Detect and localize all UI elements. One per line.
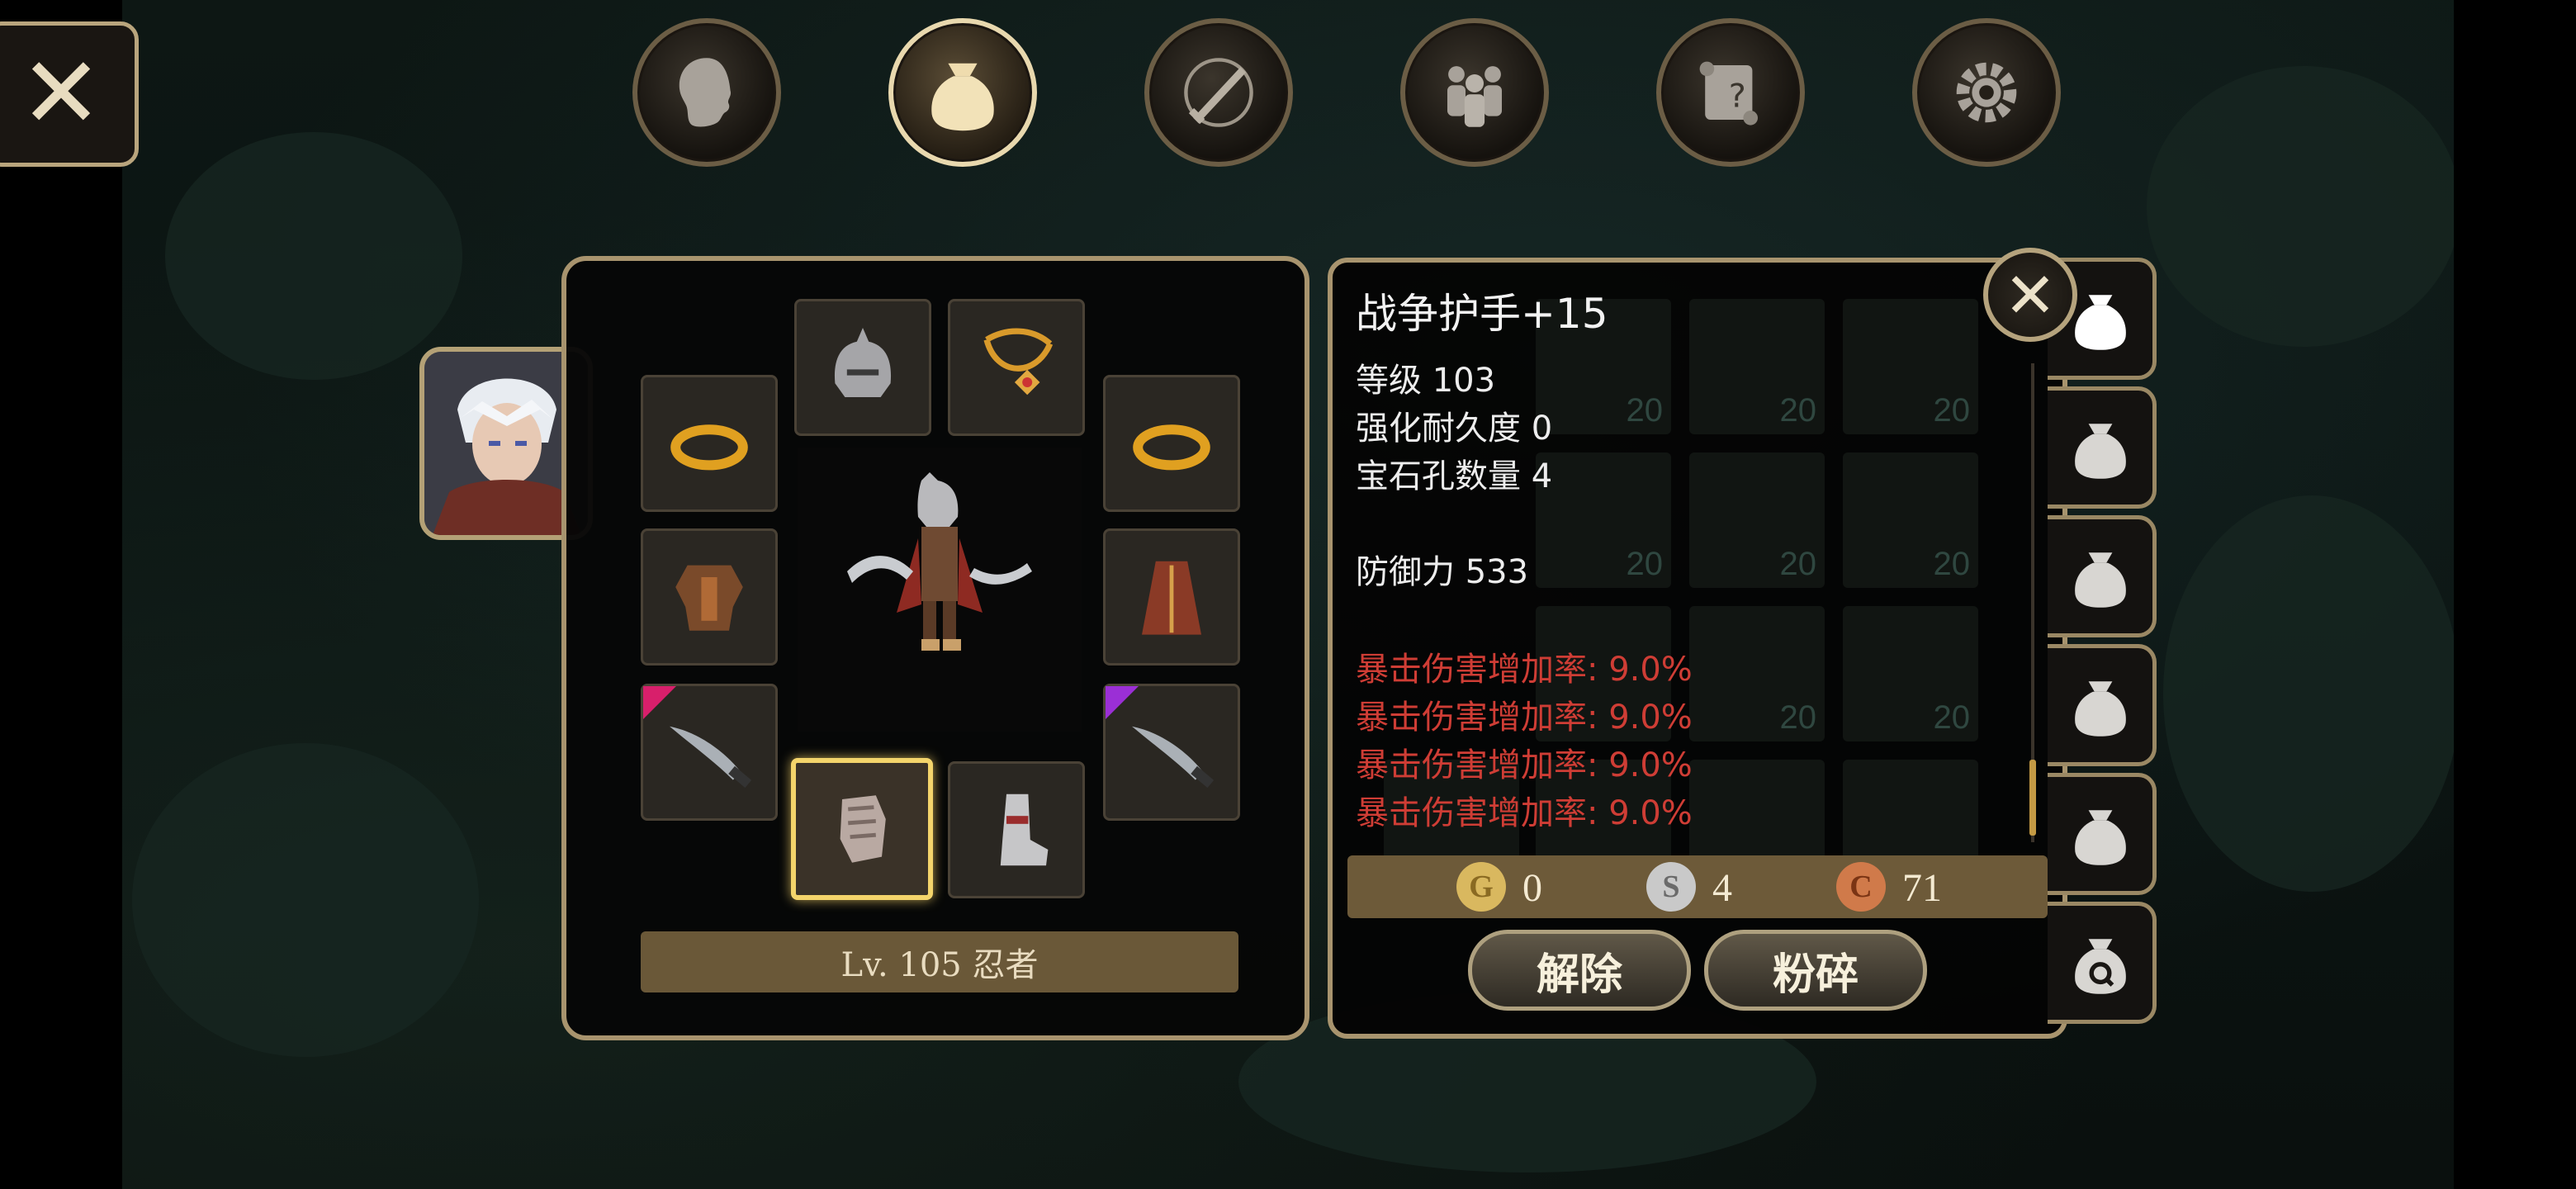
bag-tab-4[interactable] [2048, 644, 2157, 766]
item-bonus: 暴击伤害增加率: 9.0% [1356, 651, 1693, 689]
ninja-sprite-icon [847, 472, 1032, 651]
bag-tab-3[interactable] [2048, 515, 2157, 637]
bag-icon [2074, 810, 2126, 865]
currency-bar: G 0 S 4 C 71 [1347, 855, 2048, 918]
weapon-right-slot[interactable] [1103, 684, 1240, 821]
close-menu-button[interactable]: ✕ [0, 21, 139, 167]
boot-icon [1000, 793, 1049, 866]
inventory-slot-ghost: 20 [1689, 452, 1825, 588]
inventory-slot-ghost: 20 [1843, 299, 1978, 434]
helmet-slot[interactable] [794, 299, 931, 436]
stack-count: 20 [1933, 392, 1971, 429]
cloak-slot[interactable] [1103, 528, 1240, 666]
bag-tab-5[interactable] [2048, 773, 2157, 895]
stack-count: 20 [1779, 392, 1817, 429]
svg-text:?: ? [1729, 78, 1746, 116]
ring-icon [670, 424, 748, 471]
item-stat-defense: 防御力 533 [1356, 553, 1529, 591]
weapon-left-slot[interactable] [641, 684, 778, 821]
armor-icon [675, 565, 743, 631]
item-stat-level: 等级 103 [1356, 362, 1496, 400]
bag-tab-quest[interactable] [2048, 902, 2157, 1024]
boots-slot[interactable] [948, 761, 1085, 898]
stack-count: 20 [1933, 546, 1971, 582]
tree-foliage [165, 132, 462, 380]
shatter-button[interactable]: 粉碎 [1704, 930, 1927, 1011]
sword-compass-icon [1184, 58, 1253, 127]
bag-icon [2074, 681, 2126, 737]
bag-tab-2[interactable] [2048, 386, 2157, 509]
gear-icon [1956, 62, 2017, 123]
stack-count: 20 [1626, 546, 1664, 582]
rarity-corner-tag [643, 686, 676, 719]
stack-count: 20 [1933, 699, 1971, 736]
tree-foliage [132, 743, 479, 1057]
bag-icon [2074, 552, 2126, 608]
tree-foliage [2147, 66, 2460, 347]
item-bonus: 暴击伤害增加率: 9.0% [1356, 746, 1693, 784]
inventory-slot-ghost: 20 [1843, 606, 1978, 741]
inventory-slot-ghost: 20 [1843, 452, 1978, 588]
rarity-corner-tag [1106, 686, 1139, 719]
inventory-slot-ghost: 20 [1536, 452, 1671, 588]
item-bonus: 暴击伤害增加率: 9.0% [1356, 794, 1693, 832]
tab-skills[interactable] [1144, 18, 1293, 167]
tab-quests[interactable]: ? [1656, 18, 1805, 167]
scroll-icon: ? [1699, 61, 1758, 126]
character-level-class: Lv. 105 忍者 [641, 931, 1238, 992]
letterbox-right [2454, 0, 2576, 1189]
detail-scrollbar-thumb[interactable] [2029, 760, 2036, 836]
item-stat-durability: 强化耐久度 0 [1356, 410, 1553, 448]
gloves-slot[interactable] [791, 758, 933, 900]
gold-coin-icon: G [1456, 862, 1506, 912]
bag-icon [931, 63, 994, 131]
silver-coin-icon: S [1646, 862, 1696, 912]
group-icon [1447, 66, 1502, 127]
bag-icon [2074, 424, 2126, 479]
inventory-slot-ghost: 20 [1689, 606, 1825, 741]
stack-count: 20 [1779, 699, 1817, 736]
ring-icon [1133, 424, 1210, 471]
quest-bag-icon [2074, 939, 2126, 994]
necklace-icon [983, 328, 1054, 396]
gauntlet-icon [840, 795, 886, 863]
close-detail-button[interactable]: ✕ [1983, 248, 2077, 342]
ring-left-slot[interactable] [641, 375, 778, 512]
tree-foliage [2163, 495, 2460, 892]
gold-amount: 0 [1522, 866, 1542, 910]
stack-count: 20 [1779, 546, 1817, 582]
character-preview [798, 448, 1082, 732]
item-stat-sockets: 宝石孔数量 4 [1356, 457, 1553, 495]
necklace-slot[interactable] [948, 299, 1085, 436]
stack-count: 20 [1626, 392, 1664, 429]
tab-inventory[interactable] [888, 18, 1037, 167]
unequip-button[interactable]: 解除 [1468, 930, 1691, 1011]
tab-settings[interactable] [1912, 18, 2061, 167]
armor-slot[interactable] [641, 528, 778, 666]
close-icon: ✕ [2004, 258, 2057, 332]
helmet-icon [834, 328, 892, 397]
tab-party[interactable] [1400, 18, 1549, 167]
close-icon: ✕ [19, 36, 103, 151]
copper-amount: 71 [1902, 866, 1942, 910]
letterbox-left [0, 0, 122, 1189]
ring-right-slot[interactable] [1103, 375, 1240, 512]
head-icon [679, 58, 732, 127]
inventory-slot-ghost: 20 [1689, 299, 1825, 434]
copper-coin-icon: C [1836, 862, 1886, 912]
tab-character[interactable] [632, 18, 781, 167]
item-bonus: 暴击伤害增加率: 9.0% [1356, 699, 1693, 737]
item-name: 战争护手+15 [1356, 290, 1608, 338]
silver-amount: 4 [1712, 866, 1732, 910]
cloak-icon [1142, 561, 1201, 635]
